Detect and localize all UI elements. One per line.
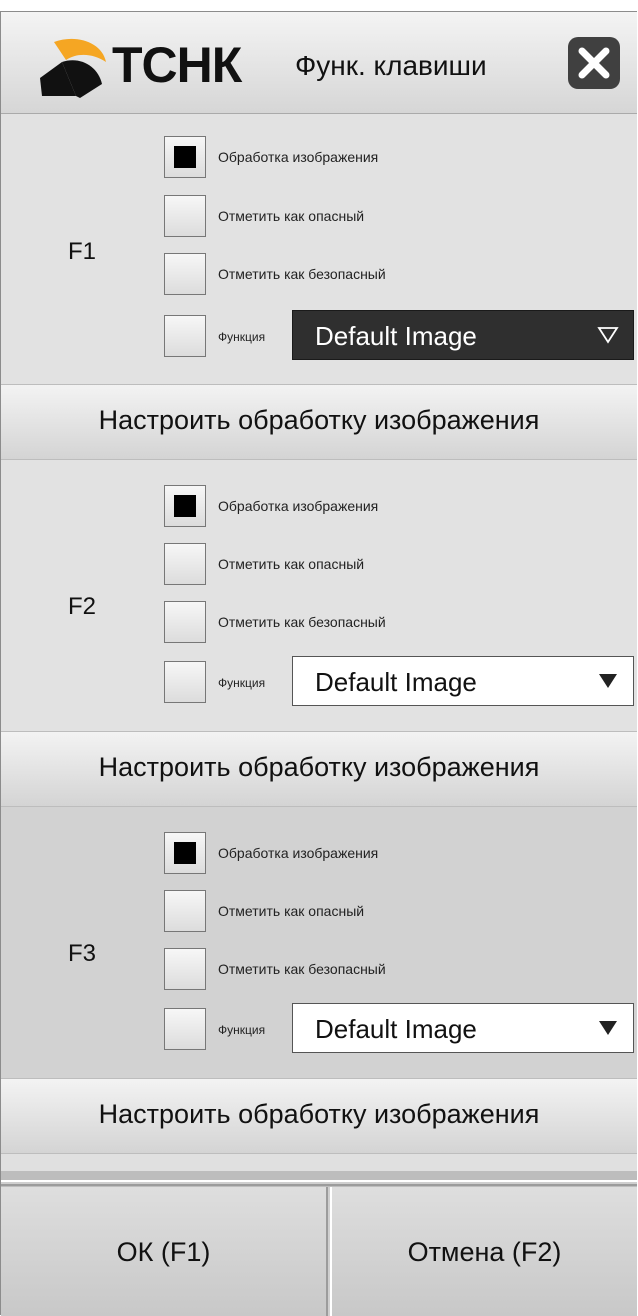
option-label: Отметить как безопасный xyxy=(218,961,386,977)
fkey-label: F2 xyxy=(68,593,97,620)
logo: ТСНК xyxy=(32,32,282,102)
group-f3: F3 Обработка изображения Отметить как оп… xyxy=(1,807,637,1078)
option-label: Отметить как опасный xyxy=(218,903,365,919)
chevron-down-icon xyxy=(599,674,617,688)
function-label: Функция xyxy=(218,676,266,690)
mark-dangerous-checkbox[interactable] xyxy=(164,195,206,237)
option-label: Обработка изображения xyxy=(218,149,379,165)
chevron-down-icon xyxy=(599,1021,617,1035)
chevron-down-icon xyxy=(597,327,619,344)
function-label: Функция xyxy=(218,330,266,344)
dropdown-value: Default Image xyxy=(315,1014,477,1044)
function-label: Функция xyxy=(218,1023,266,1037)
dialog-title: Функ. клавиши xyxy=(295,50,487,81)
option-label: Обработка изображения xyxy=(218,845,379,861)
option-label: Отметить как опасный xyxy=(218,208,365,224)
mark-safe-checkbox[interactable] xyxy=(164,601,206,643)
configure-image-processing-button[interactable]: Настроить обработку изображения xyxy=(1,731,637,807)
header: ТСНК Функ. клавиши xyxy=(1,12,637,114)
ok-button[interactable]: ОК (F1) xyxy=(1,1187,326,1316)
group-f1: F1 Обработка изображения Отметить как оп… xyxy=(1,114,637,385)
close-icon xyxy=(578,47,610,79)
image-processing-checkbox[interactable] xyxy=(164,136,206,178)
divider xyxy=(1,1180,637,1186)
configure-image-processing-button[interactable]: Настроить обработку изображения xyxy=(1,1078,637,1154)
function-keys-window: ТСНК Функ. клавиши F1 Обработка изображе… xyxy=(0,11,637,1316)
option-label: Обработка изображения xyxy=(218,498,379,514)
mark-safe-checkbox[interactable] xyxy=(164,253,206,295)
function-dropdown[interactable]: Default Image xyxy=(292,656,634,706)
function-dropdown[interactable]: Default Image xyxy=(292,310,634,360)
button-label: Настроить обработку изображения xyxy=(98,1099,540,1129)
function-checkbox[interactable] xyxy=(164,661,206,703)
fkey-label: F3 xyxy=(68,940,97,967)
image-processing-checkbox[interactable] xyxy=(164,832,206,874)
option-label: Отметить как безопасный xyxy=(218,266,386,282)
button-label: Настроить обработку изображения xyxy=(98,405,540,435)
cancel-button[interactable]: Отмена (F2) xyxy=(332,1187,637,1316)
dropdown-value: Default Image xyxy=(315,667,477,697)
ok-label: ОК (F1) xyxy=(116,1237,211,1267)
close-button[interactable] xyxy=(568,37,620,89)
mark-dangerous-checkbox[interactable] xyxy=(164,890,206,932)
button-label: Настроить обработку изображения xyxy=(98,752,540,782)
dropdown-value: Default Image xyxy=(315,321,477,351)
group-f2: F2 Обработка изображения Отметить как оп… xyxy=(1,460,637,731)
mark-safe-checkbox[interactable] xyxy=(164,948,206,990)
mark-dangerous-checkbox[interactable] xyxy=(164,543,206,585)
logo-text: ТСНК xyxy=(112,37,242,93)
fkey-label: F1 xyxy=(68,238,97,265)
function-dropdown[interactable]: Default Image xyxy=(292,1003,634,1053)
configure-image-processing-button[interactable]: Настроить обработку изображения xyxy=(1,384,637,460)
option-label: Отметить как безопасный xyxy=(218,614,386,630)
function-checkbox[interactable] xyxy=(164,315,206,357)
function-checkbox[interactable] xyxy=(164,1008,206,1050)
image-processing-checkbox[interactable] xyxy=(164,485,206,527)
cancel-label: Отмена (F2) xyxy=(407,1237,562,1267)
logo-mark-icon xyxy=(40,38,106,98)
option-label: Отметить как опасный xyxy=(218,556,365,572)
